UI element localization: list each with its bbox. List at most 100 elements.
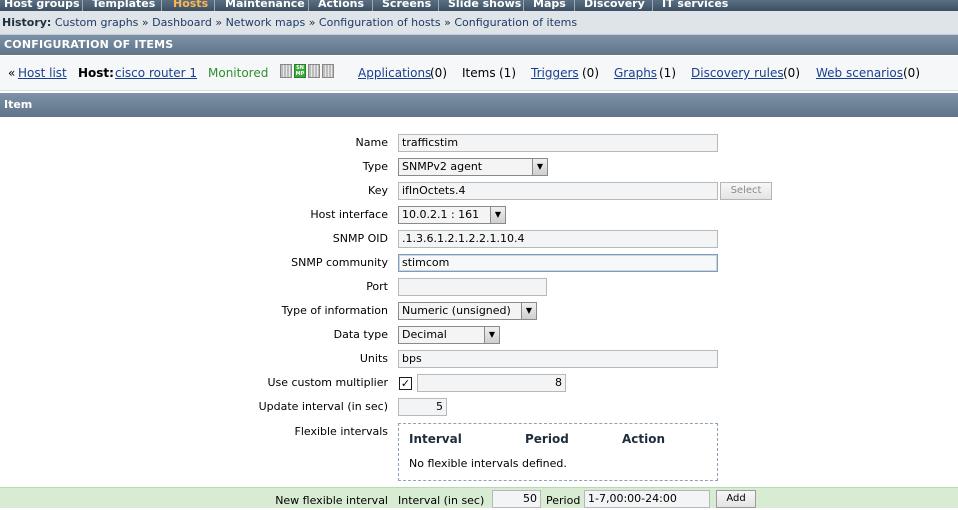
host-interface-value: 10.0.2.1 : 161 [402,208,480,221]
new-flexible-interval-label: New flexible interval [275,494,388,507]
select-key-button[interactable]: Select [720,182,772,200]
host-label: Host: [78,66,114,80]
menu-separator [574,0,575,11]
menu-separator [523,0,524,11]
custom-multiplier-checkbox[interactable]: ✓ [399,377,412,390]
type-select-value: SNMPv2 agent [402,160,483,173]
key-input[interactable]: ifInOctets.4 [398,182,718,200]
zabbix-availability-icon [280,64,292,78]
history-separator: » [215,16,223,29]
new-flex-period-label: Period [546,494,581,507]
custom-multiplier-row: Use custom multiplier ✓ 8 [0,372,958,394]
menu-slide-shows[interactable]: Slide shows [448,0,521,11]
host-nav-bar: « Host list Host: cisco router 1 Monitor… [0,56,958,91]
chevron-down-icon: ▼ [490,207,505,223]
applications-count: (0) [430,66,447,80]
graphs-count: (1) [659,66,676,80]
item-form: Name trafficstim Type SNMPv2 agent ▼ Key… [0,118,958,508]
triggers-link[interactable]: Triggers [531,56,579,90]
custom-multiplier-input[interactable]: 8 [417,374,566,392]
items-count: (1) [499,66,516,80]
type-label: Type [362,160,388,173]
host-interface-label: Host interface [310,208,388,221]
menu-hosts[interactable]: Hosts [173,0,208,11]
web-scenarios-link[interactable]: Web scenarios [816,56,903,90]
update-interval-label: Update interval (in sec) [258,400,388,413]
port-row: Port [0,276,958,298]
update-interval-input[interactable]: 5 [398,398,447,416]
key-row: Key ifInOctets.4 Select [0,180,958,202]
type-of-information-row: Type of information Numeric (unsigned) ▼ [0,300,958,322]
history-link-custom-graphs[interactable]: Custom graphs [55,16,139,29]
menu-discovery[interactable]: Discovery [584,0,645,11]
snmp-oid-row: SNMP OID .1.3.6.1.2.1.2.2.1.10.4 [0,228,958,250]
host-list-link[interactable]: Host list [18,56,67,90]
port-label: Port [366,280,388,293]
flexible-intervals-label: Flexible intervals [294,425,389,438]
type-of-information-value: Numeric (unsigned) [402,304,511,317]
discovery-rules-link[interactable]: Discovery rules [691,56,784,90]
host-status: Monitored [208,66,269,80]
snmp-oid-label: SNMP OID [332,232,388,245]
menu-screens[interactable]: Screens [382,0,431,11]
menu-maintenance[interactable]: Maintenance [225,0,305,11]
menu-actions[interactable]: Actions [318,0,364,11]
snmp-availability-icon: SN MP [294,64,306,78]
page-title: CONFIGURATION OF ITEMS [4,38,174,51]
new-flexible-interval-row: New flexible interval Interval (in sec) … [0,487,958,508]
add-flex-interval-button[interactable]: Add [716,490,756,508]
back-arrow: « [8,66,16,80]
new-flex-interval-input[interactable]: 50 [492,490,541,508]
flex-header-action: Action [622,432,666,446]
type-of-information-select[interactable]: Numeric (unsigned) ▼ [398,302,537,320]
chevron-down-icon: ▼ [532,159,547,175]
flex-empty-message: No flexible intervals defined. [409,457,567,470]
snmp-oid-input[interactable]: .1.3.6.1.2.1.2.2.1.10.4 [398,230,718,248]
history-separator: » [308,16,316,29]
new-flex-period-input[interactable]: 1-7,00:00-24:00 [584,490,710,508]
menu-separator [372,0,373,11]
name-input[interactable]: trafficstim [398,134,718,152]
flex-header-interval: Interval [409,432,462,446]
type-row: Type SNMPv2 agent ▼ [0,156,958,178]
host-interface-row: Host interface 10.0.2.1 : 161 ▼ [0,204,958,226]
host-name-link[interactable]: cisco router 1 [115,56,197,90]
menu-separator [161,0,162,11]
item-form-title: Item [4,98,33,111]
menu-host-groups[interactable]: Host groups [4,0,80,11]
chevron-down-icon: ▼ [484,327,499,343]
applications-link[interactable]: Applications [358,56,431,90]
menu-it-services[interactable]: IT services [662,0,728,11]
snmp-community-row: SNMP community stimcom [0,252,958,274]
menu-separator [438,0,439,11]
data-type-select[interactable]: Decimal ▼ [398,326,500,344]
jmx-availability-icon [308,64,320,78]
units-input[interactable]: bps [398,350,718,368]
history-label: History: [2,16,52,29]
history-link-configuration-of-hosts[interactable]: Configuration of hosts [319,16,441,29]
ipmi-availability-icon [322,64,334,78]
units-label: Units [359,352,388,365]
items-label: Items [462,66,496,80]
web-scenarios-count: (0) [903,66,920,80]
menu-separator [308,0,309,11]
type-select[interactable]: SNMPv2 agent ▼ [398,158,548,176]
snmp-community-input[interactable]: stimcom [398,254,718,272]
history-separator: » [141,16,149,29]
menu-separator [652,0,653,11]
menu-templates[interactable]: Templates [92,0,155,11]
chevron-down-icon: ▼ [521,303,536,319]
discovery-rules-count: (0) [783,66,800,80]
history-link-dashboard[interactable]: Dashboard [152,16,212,29]
data-type-row: Data type Decimal ▼ [0,324,958,346]
host-interface-select[interactable]: 10.0.2.1 : 161 ▼ [398,206,506,224]
menu-separator [214,0,215,11]
menu-maps[interactable]: Maps [533,0,566,11]
port-input[interactable] [398,278,547,296]
key-label: Key [368,184,388,197]
graphs-link[interactable]: Graphs [614,56,657,90]
item-form-header: Item [0,93,958,117]
flex-header-period: Period [525,432,569,446]
history-link-configuration-of-items[interactable]: Configuration of items [454,16,577,29]
history-link-network-maps[interactable]: Network maps [226,16,306,29]
